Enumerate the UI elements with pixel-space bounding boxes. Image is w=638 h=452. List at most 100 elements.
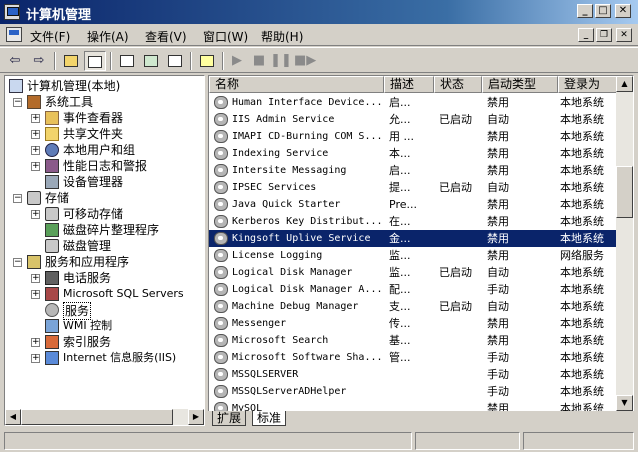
service-gear-icon <box>214 215 228 228</box>
users-icon <box>45 143 59 157</box>
back-arrow-icon[interactable]: ⇦ <box>4 51 26 71</box>
table-row[interactable]: Logical Disk Manager A... 配... 手动 本地系统 <box>209 281 617 298</box>
child-close-button[interactable]: ✕ <box>616 28 632 42</box>
service-startup-type: 禁用 <box>487 334 509 347</box>
console-tree[interactable]: 计算机管理(本地) − 系统工具 + 事件查看器 + 共享文件夹 + 本地用户和… <box>4 75 205 426</box>
table-row[interactable]: MSSQLSERVER 手动 本地系统 <box>209 366 617 383</box>
expand-icon[interactable]: + <box>31 338 40 347</box>
scroll-thumb[interactable] <box>21 409 173 425</box>
removable-storage-icon <box>45 207 59 221</box>
start-service-icon[interactable]: ▶ <box>226 51 248 71</box>
pause-service-icon[interactable]: ❚❚ <box>270 51 292 71</box>
service-gear-icon <box>214 317 228 330</box>
service-description: 配... <box>389 283 411 296</box>
table-row[interactable]: Human Interface Device... 启... 禁用 本地系统 <box>209 94 617 111</box>
service-startup-type: 禁用 <box>487 147 509 160</box>
child-minimize-button[interactable]: _ <box>578 28 594 42</box>
menu-file[interactable]: 文件(F) <box>30 28 70 45</box>
disk-management-icon <box>45 239 59 253</box>
forward-arrow-icon[interactable]: ⇨ <box>28 51 50 71</box>
maximize-button[interactable]: □ <box>595 4 611 18</box>
collapse-icon[interactable]: − <box>13 98 22 107</box>
minimize-button[interactable]: _ <box>577 4 593 18</box>
menu-window[interactable]: 窗口(W) <box>203 28 248 45</box>
view-tabs: 扩展 标准 <box>208 411 634 427</box>
expand-icon[interactable]: + <box>31 114 40 123</box>
service-logon-as: 本地系统 <box>560 385 604 398</box>
scroll-right-icon[interactable]: ▶ <box>188 409 204 425</box>
table-row[interactable]: Logical Disk Manager 监... 已启动 自动 本地系统 <box>209 264 617 281</box>
expand-icon[interactable]: + <box>31 146 40 155</box>
computer-icon <box>9 79 23 93</box>
up-folder-icon[interactable] <box>60 51 82 71</box>
expand-icon[interactable]: + <box>31 130 40 139</box>
help-icon[interactable] <box>196 51 218 71</box>
service-startup-type: 自动 <box>487 181 509 194</box>
show-tree-icon[interactable] <box>84 51 106 71</box>
column-header-logon-as[interactable]: 登录为 <box>558 76 617 93</box>
stop-service-icon[interactable]: ■ <box>248 51 270 71</box>
shared-folder-icon <box>45 127 59 141</box>
restart-service-icon[interactable]: ■▶ <box>294 51 316 71</box>
table-row[interactable]: Kingsoft Uplive Service 金... 禁用 本地系统 <box>209 230 617 247</box>
column-header-startup-type[interactable]: 启动类型 <box>482 76 558 93</box>
service-description: 用 ... <box>389 130 414 143</box>
properties-icon[interactable] <box>116 51 138 71</box>
services-icon <box>45 303 59 317</box>
console-icon[interactable] <box>6 27 22 42</box>
service-gear-icon <box>214 113 228 126</box>
tab-standard[interactable]: 标准 <box>252 411 287 426</box>
expand-icon[interactable]: + <box>31 210 40 219</box>
close-button[interactable]: ✕ <box>615 4 631 18</box>
status-bar <box>0 429 638 452</box>
scroll-down-icon[interactable]: ▼ <box>616 395 633 411</box>
menu-action[interactable]: 操作(A) <box>87 28 129 45</box>
column-header-status[interactable]: 状态 <box>434 76 482 93</box>
list-vertical-scrollbar[interactable]: ▲ ▼ <box>616 76 633 411</box>
status-panel-3 <box>523 432 634 450</box>
column-header-description[interactable]: 描述 <box>384 76 434 93</box>
table-row[interactable]: IIS Admin Service 允... 已启动 自动 本地系统 <box>209 111 617 128</box>
service-name: Microsoft Search <box>232 335 329 346</box>
expand-icon[interactable]: + <box>31 354 40 363</box>
service-startup-type: 禁用 <box>487 130 509 143</box>
service-logon-as: 本地系统 <box>560 164 604 177</box>
export-list-icon[interactable] <box>164 51 186 71</box>
expand-icon[interactable]: + <box>31 290 40 299</box>
collapse-icon[interactable]: − <box>13 194 22 203</box>
child-restore-button[interactable]: ❐ <box>596 28 612 42</box>
service-startup-type: 禁用 <box>487 96 509 109</box>
service-name: IIS Admin Service <box>232 114 335 125</box>
scroll-thumb[interactable] <box>616 166 633 218</box>
service-gear-icon <box>214 283 228 296</box>
menu-help[interactable]: 帮助(H) <box>261 28 303 45</box>
expand-icon[interactable]: + <box>31 162 40 171</box>
refresh-icon[interactable] <box>140 51 162 71</box>
tree-horizontal-scrollbar[interactable]: ◀ ▶ <box>5 409 204 425</box>
table-row[interactable]: Kerberos Key Distribut... 在... 禁用 本地系统 <box>209 213 617 230</box>
service-description: 本... <box>389 147 411 160</box>
service-logon-as: 本地系统 <box>560 351 604 364</box>
table-row[interactable]: Messenger 传... 禁用 本地系统 <box>209 315 617 332</box>
scroll-left-icon[interactable]: ◀ <box>5 409 21 425</box>
table-row[interactable]: IPSEC Services 提... 已启动 自动 本地系统 <box>209 179 617 196</box>
column-header-name[interactable]: 名称 <box>209 76 384 93</box>
table-row[interactable]: Microsoft Software Sha... 管... 手动 本地系统 <box>209 349 617 366</box>
menu-view[interactable]: 查看(V) <box>145 28 187 45</box>
table-row[interactable]: Machine Debug Manager 支... 已启动 自动 本地系统 <box>209 298 617 315</box>
table-row[interactable]: MSSQLServerADHelper 手动 本地系统 <box>209 383 617 400</box>
table-row[interactable]: License Logging 监... 禁用 网络服务 <box>209 247 617 264</box>
table-row[interactable]: IMAPI CD-Burning COM S... 用 ... 禁用 本地系统 <box>209 128 617 145</box>
collapse-icon[interactable]: − <box>13 258 22 267</box>
scroll-up-icon[interactable]: ▲ <box>616 76 633 92</box>
table-row[interactable]: Indexing Service 本... 禁用 本地系统 <box>209 145 617 162</box>
service-startup-type: 禁用 <box>487 249 509 262</box>
services-list[interactable]: 名称 描述 状态 启动类型 登录为 Human Interface Device… <box>208 75 634 412</box>
expand-icon[interactable]: + <box>31 274 40 283</box>
table-row[interactable]: Intersite Messaging 启... 禁用 本地系统 <box>209 162 617 179</box>
table-row[interactable]: Microsoft Search 基... 禁用 本地系统 <box>209 332 617 349</box>
table-row[interactable]: Java Quick Starter Pre... 禁用 本地系统 <box>209 196 617 213</box>
service-name: Microsoft Software Sha... <box>232 352 382 363</box>
service-status: 已启动 <box>439 300 472 313</box>
tab-extended[interactable]: 扩展 <box>212 411 247 426</box>
